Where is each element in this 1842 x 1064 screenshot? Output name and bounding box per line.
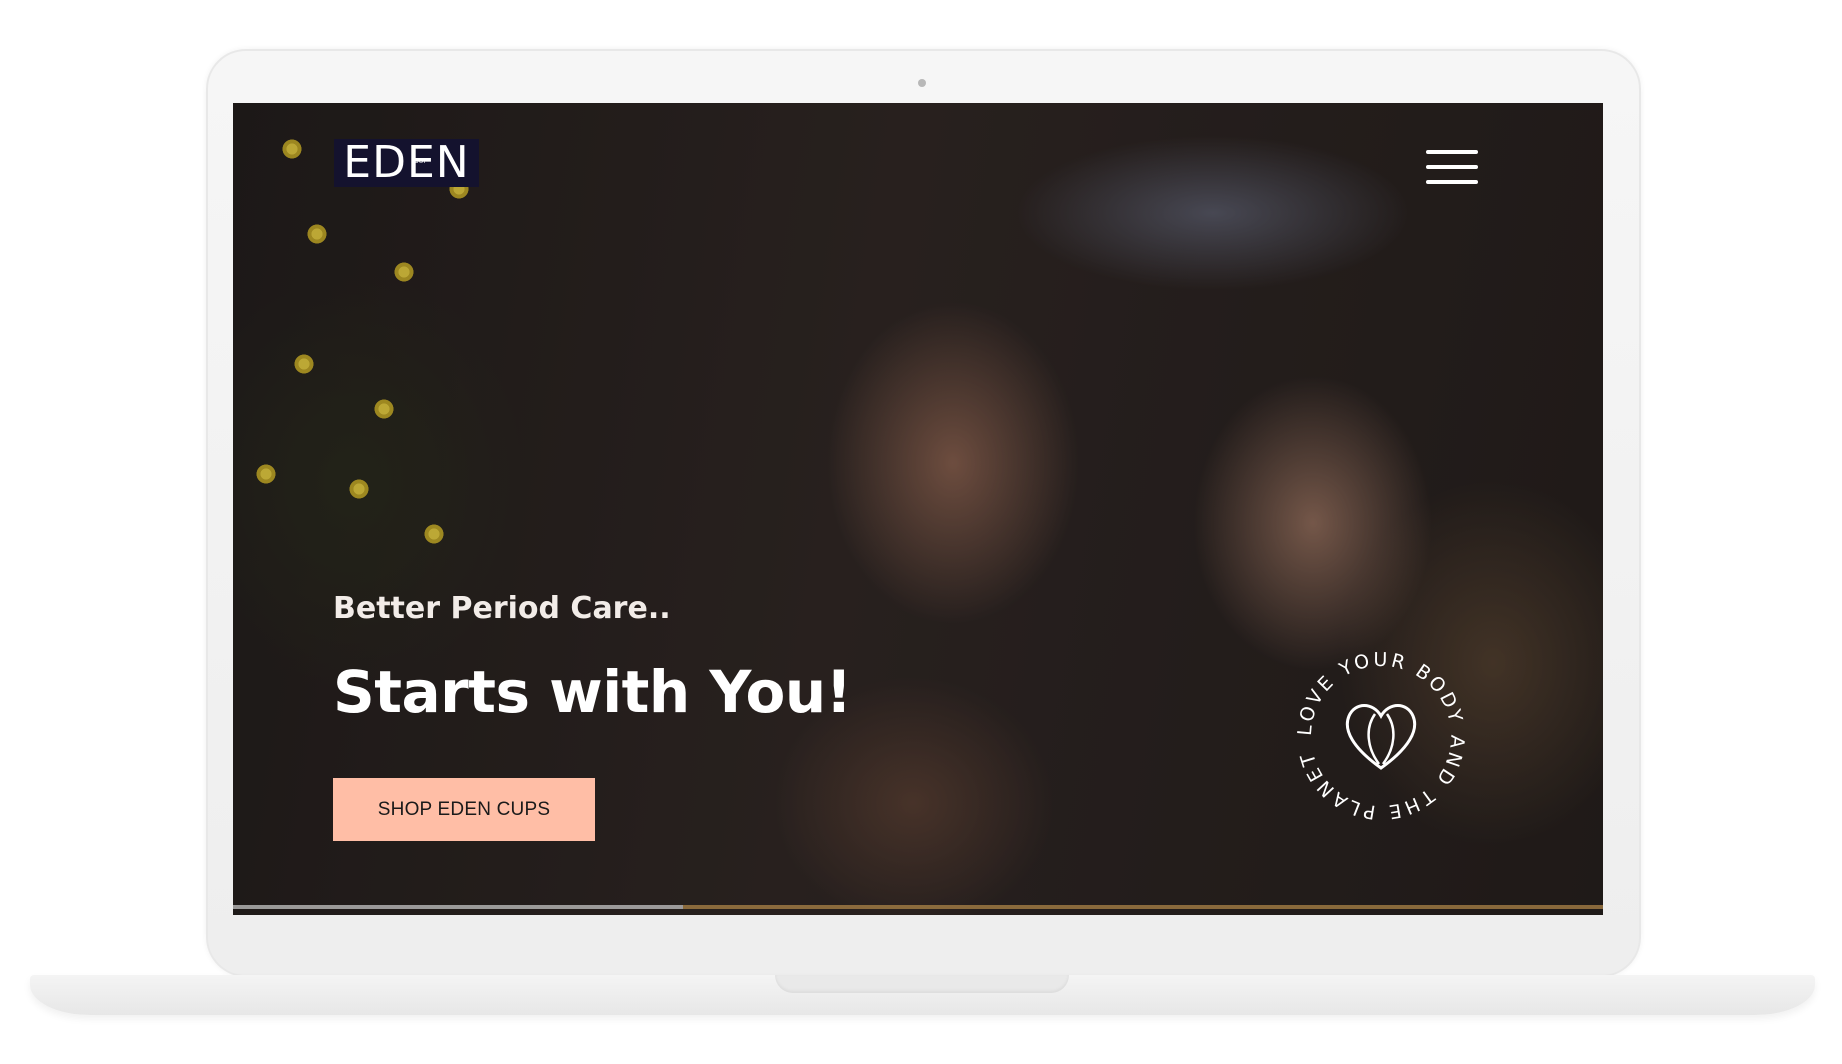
- hamburger-icon[interactable]: [1426, 150, 1478, 184]
- flower-decoration: [306, 223, 328, 245]
- flower-decoration: [423, 523, 445, 545]
- flower-decoration: [348, 478, 370, 500]
- love-your-body-badge: LOVE YOUR BODY AND THE PLANET •: [1293, 648, 1468, 823]
- logo-text: EDEN: [343, 137, 470, 188]
- logo-subtext: CUP: [414, 159, 429, 165]
- shop-eden-cups-button[interactable]: SHOP EDEN CUPS: [333, 778, 595, 841]
- badge-ring-text: LOVE YOUR BODY AND THE PLANET •: [1293, 648, 1468, 823]
- hero-subtitle: Better Period Care..: [333, 591, 671, 626]
- menu-bar: [1426, 165, 1478, 169]
- flower-decoration: [373, 398, 395, 420]
- flower-decoration: [293, 353, 315, 375]
- eden-logo[interactable]: EDEN CUP: [334, 139, 479, 187]
- flower-decoration: [255, 463, 277, 485]
- heart-icon: [1345, 704, 1417, 770]
- hero-title: Starts with You!: [333, 658, 852, 726]
- flower-decoration: [393, 261, 415, 283]
- website-hero: EDEN CUP Better Period Care.. Starts wit…: [233, 103, 1603, 915]
- scroll-progress-track: [233, 905, 683, 909]
- menu-bar: [1426, 180, 1478, 184]
- flower-decoration: [281, 138, 303, 160]
- laptop-notch: [775, 975, 1069, 993]
- camera-dot: [918, 79, 926, 87]
- menu-bar: [1426, 150, 1478, 154]
- scroll-progress: [233, 905, 1603, 909]
